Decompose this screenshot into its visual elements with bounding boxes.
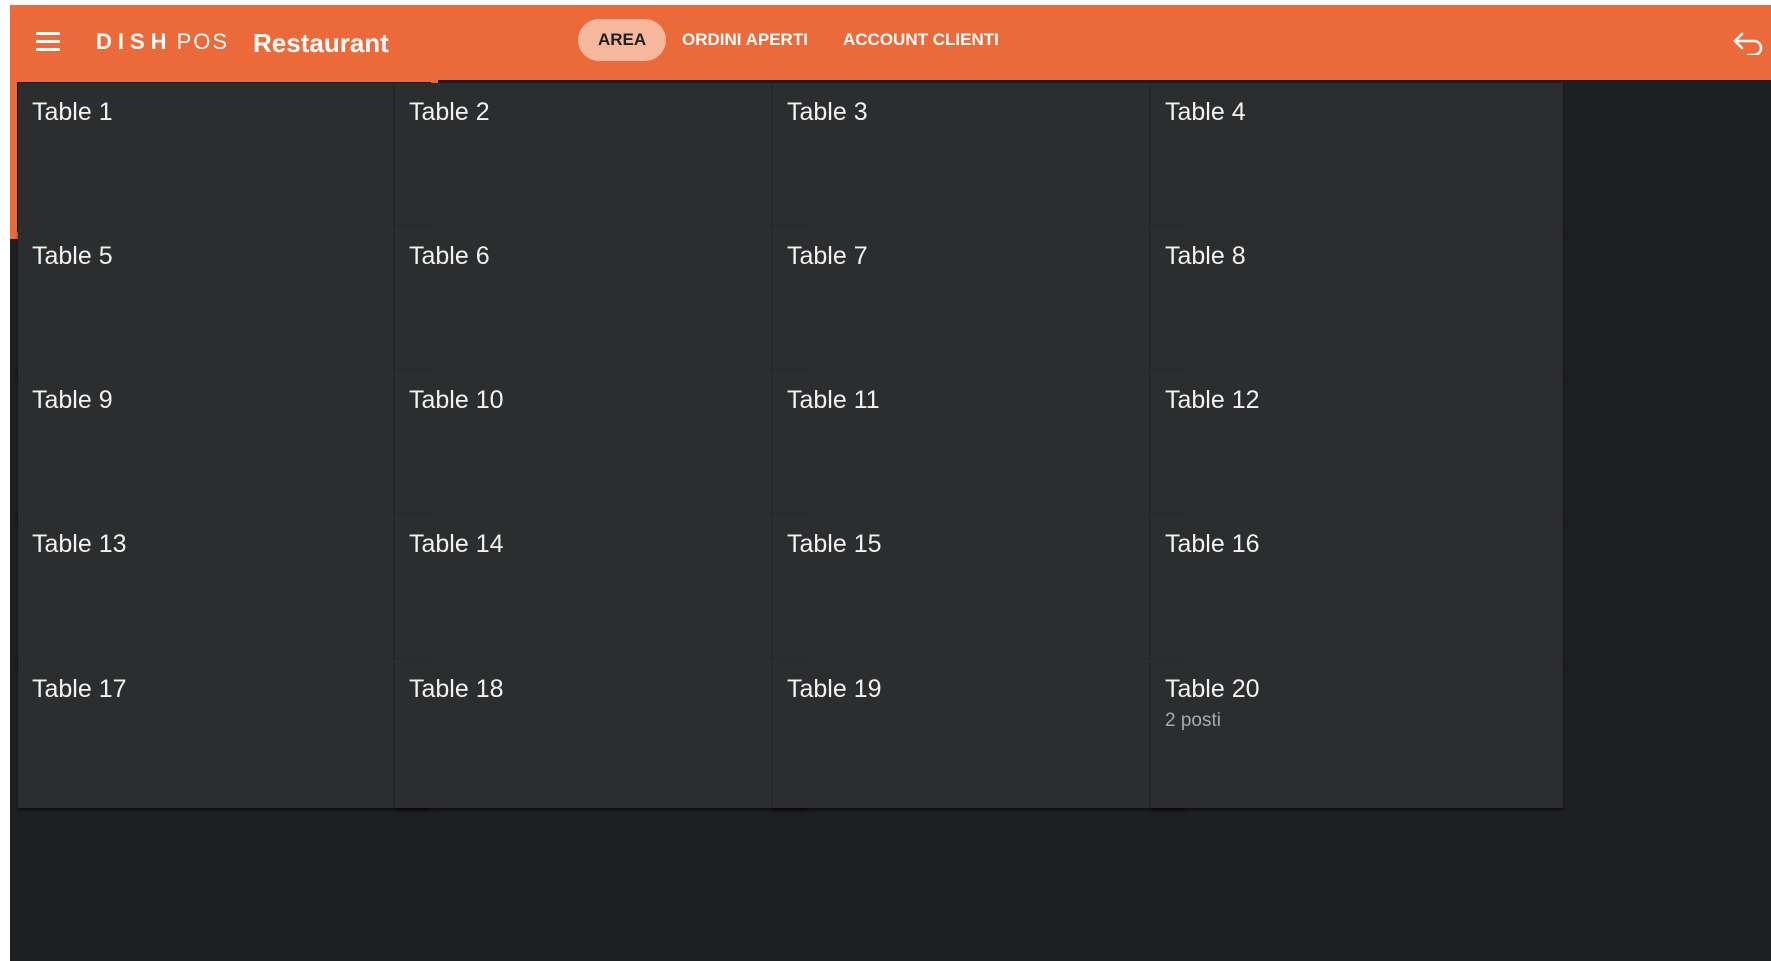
table-card-1[interactable]: Table 1 — [10, 75, 438, 239]
table-name: Table 6 — [409, 242, 490, 270]
hamburger-menu-icon[interactable] — [36, 32, 60, 52]
tab-account-clienti[interactable]: ACCOUNT CLIENTI — [843, 19, 999, 61]
table-name: Table 7 — [787, 242, 868, 270]
table-name: Table 10 — [409, 386, 504, 414]
table-name: Table 19 — [787, 675, 882, 703]
tab-area[interactable]: AREA — [578, 19, 667, 61]
table-name: Table 1 — [32, 98, 113, 126]
logo-pos-text: POS — [176, 29, 230, 54]
venue-title: Restaurant — [253, 28, 389, 58]
table-card-20[interactable]: Table 20 2 posti — [1151, 660, 1563, 808]
back-arrow-icon[interactable] — [1732, 31, 1764, 57]
table-card-9[interactable]: Table 9 — [18, 371, 430, 519]
table-card-19[interactable]: Table 19 — [773, 660, 1185, 808]
table-name: Table 15 — [787, 530, 882, 558]
tab-ordini-aperti[interactable]: ORDINI APERTI — [682, 19, 808, 61]
table-card-15[interactable]: Table 15 — [773, 515, 1185, 663]
table-name: Table 4 — [1165, 98, 1246, 126]
logo-dish-text: DISH — [96, 29, 173, 54]
table-card-16[interactable]: Table 16 — [1151, 515, 1563, 663]
table-card-3[interactable]: Table 3 — [773, 83, 1185, 231]
table-name: Table 16 — [1165, 530, 1260, 558]
table-card-5[interactable]: Table 5 — [18, 227, 430, 375]
table-card-2[interactable]: Table 2 — [395, 83, 807, 231]
pos-app: DISH POS Restaurant AREA ORDINI APERTI AC… — [10, 5, 1771, 961]
table-card-12[interactable]: Table 12 — [1151, 371, 1563, 519]
top-app-bar: DISH POS Restaurant AREA ORDINI APERTI AC… — [10, 5, 1771, 80]
table-name: Table 17 — [32, 675, 127, 703]
table-card-11[interactable]: Table 11 — [773, 371, 1185, 519]
table-card-18[interactable]: Table 18 — [395, 660, 807, 808]
table-name: Table 20 — [1165, 675, 1260, 703]
table-card-8[interactable]: Table 8 — [1151, 227, 1563, 375]
table-name: Table 5 — [32, 242, 113, 270]
table-card-10[interactable]: Table 10 — [395, 371, 807, 519]
dish-pos-logo: DISH POS — [96, 29, 229, 55]
table-name: Table 8 — [1165, 242, 1246, 270]
table-name: Table 3 — [787, 98, 868, 126]
table-name: Table 13 — [32, 530, 127, 558]
table-card-17[interactable]: Table 17 — [18, 660, 430, 808]
table-card-7[interactable]: Table 7 — [773, 227, 1185, 375]
table-seats: 2 posti — [1165, 710, 1221, 731]
table-name: Table 2 — [409, 98, 490, 126]
table-name: Table 14 — [409, 530, 504, 558]
table-name: Table 18 — [409, 675, 504, 703]
table-card-14[interactable]: Table 14 — [395, 515, 807, 663]
table-card-13[interactable]: Table 13 — [18, 515, 430, 663]
table-name: Table 9 — [32, 386, 113, 414]
table-card-4[interactable]: Table 4 — [1151, 83, 1563, 231]
table-name: Table 11 — [787, 386, 880, 414]
table-name: Table 12 — [1165, 386, 1260, 414]
table-card-6[interactable]: Table 6 — [395, 227, 807, 375]
